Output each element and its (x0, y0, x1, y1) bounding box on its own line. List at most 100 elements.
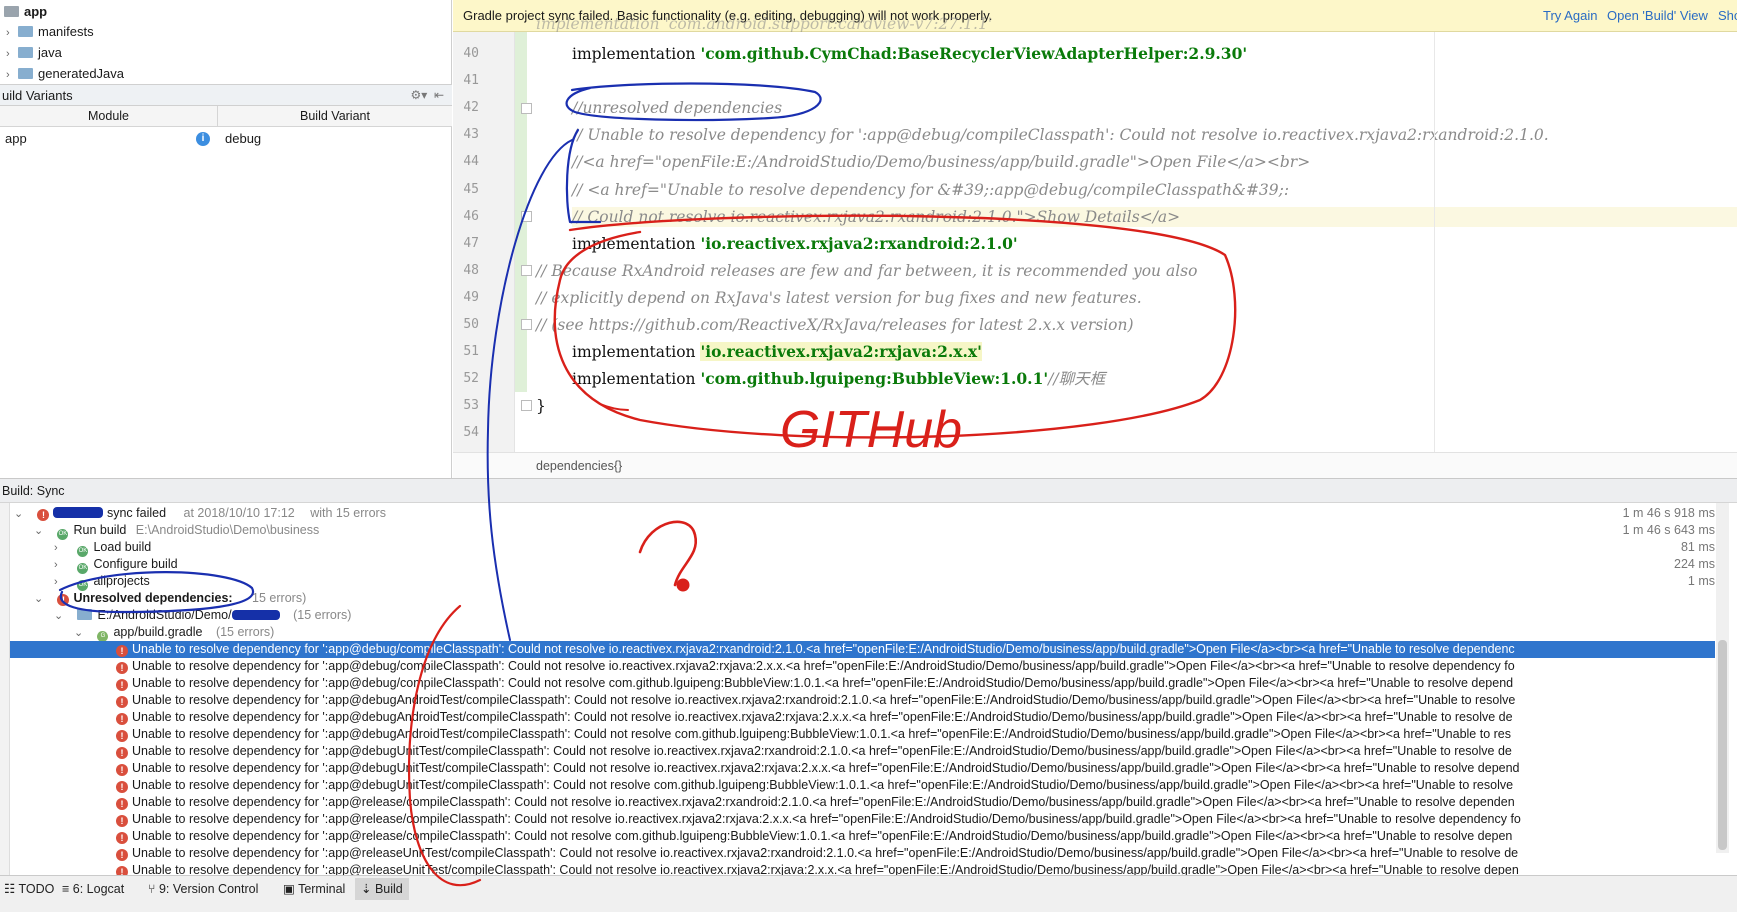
column-build-variant[interactable]: Build Variant (218, 106, 452, 127)
error-message: Unable to resolve dependency for ':app@d… (132, 744, 1512, 758)
fold-icon[interactable] (521, 103, 532, 114)
tab-build-label: Build (374, 882, 403, 896)
sync-row[interactable]: ⌄ ! sync failed at 2018/10/10 17:12 with… (10, 505, 1715, 522)
gradle-file-label: app/build.gradle (113, 625, 203, 639)
chevron-right-icon: › (54, 576, 58, 588)
show-link[interactable]: Sho (1718, 0, 1737, 32)
chevron-down-icon: ⌄ (54, 610, 64, 622)
line-number: 46 (463, 209, 479, 224)
error-row[interactable]: ! Unable to resolve dependency for ':app@… (10, 709, 1715, 726)
hide-icon[interactable]: ⇤ (434, 88, 444, 102)
sync-error-count: with 15 errors (310, 506, 386, 520)
error-message: Unable to resolve dependency for ':app@d… (132, 761, 1520, 775)
tree-item-generatedjava[interactable]: › generatedJava (6, 64, 124, 84)
run-build-row[interactable]: ⌄ OK Run build E:\AndroidStudio\Demo\busi… (10, 522, 1715, 540)
code-line: } (536, 397, 546, 415)
chevron-right-icon: › (6, 48, 10, 60)
tab-version-control[interactable]: ⑂ 9: Version Control (148, 878, 258, 900)
fold-icon[interactable] (521, 211, 532, 222)
error-icon: ! (116, 662, 128, 674)
chevron-right-icon: › (6, 69, 10, 81)
error-icon: ! (116, 781, 128, 793)
line-number: 42 (463, 100, 479, 115)
breadcrumb[interactable]: dependencies{} (453, 452, 1737, 478)
error-row[interactable]: ! Unable to resolve dependency for ':app@… (10, 794, 1715, 811)
tree-item-java[interactable]: › java (6, 43, 62, 63)
error-row[interactable]: ! Unable to resolve dependency for ':app@… (10, 675, 1715, 692)
error-row[interactable]: ! Unable to resolve dependency for ':app@… (10, 760, 1715, 777)
allprojects-row[interactable]: › OK allprojects 1 ms (10, 573, 1715, 591)
error-row[interactable]: ! Unable to resolve dependency for ':app@… (10, 811, 1715, 828)
fold-icon[interactable] (521, 400, 532, 411)
module-name: app (5, 131, 27, 146)
tree-root[interactable]: app (4, 2, 47, 22)
variant-select[interactable]: debug (225, 128, 261, 150)
unresolved-row[interactable]: ⌄ ! Unresolved dependencies: 15 errors) (10, 590, 1715, 607)
project-panel: app › manifests › java › generatedJava uild… (0, 0, 452, 478)
error-row[interactable]: ! Unable to resolve dependency for ':app@… (10, 828, 1715, 845)
right-margin-guide (1434, 32, 1435, 452)
code-line: //<a href="openFile:E:/AndroidStudio/Dem… (572, 153, 1311, 171)
path-row[interactable]: ⌄ E:/AndroidStudio/Demo/ (15 errors) (10, 607, 1715, 624)
run-build-duration: 1 m 46 s 643 ms (1622, 523, 1715, 537)
try-again-link[interactable]: Try Again (1543, 0, 1597, 32)
info-icon: i (196, 132, 210, 146)
tab-todo-label: TODO (18, 882, 55, 896)
error-row[interactable]: ! Unable to resolve dependency for ':app@… (10, 692, 1715, 709)
code-line: //unresolved dependencies (572, 99, 783, 117)
error-row[interactable]: ! Unable to resolve dependency for ':app@… (10, 641, 1715, 658)
gradle-file-row[interactable]: ⌄ Gapp/build.gradle (15 errors) (10, 624, 1715, 642)
code-line: implementation 'com.github.lguipeng:Bubb… (572, 369, 1105, 389)
tree-item-manifests[interactable]: › manifests (6, 22, 94, 42)
error-message: Unable to resolve dependency for ':app@r… (132, 795, 1515, 809)
error-row[interactable]: ! Unable to resolve dependency for ':app@… (10, 726, 1715, 743)
code-line-39: implementation 'com.android.support:card… (536, 15, 993, 32)
fold-icon[interactable] (521, 319, 532, 330)
code-line: // <a href="Unable to resolve dependency… (572, 181, 1290, 199)
error-icon: ! (57, 594, 70, 606)
line-number: 53 (463, 398, 479, 413)
chevron-down-icon: ⌄ (34, 593, 44, 605)
build-scrollbar-thumb[interactable] (1718, 640, 1727, 850)
folder-icon (18, 26, 33, 37)
gear-icon[interactable]: ⚙▾ (410, 88, 427, 102)
tab-logcat-label: 6: Logcat (72, 882, 125, 896)
line-number: 44 (463, 154, 479, 169)
error-row[interactable]: ! Unable to resolve dependency for ':app@… (10, 658, 1715, 675)
folder-icon (77, 609, 93, 620)
configure-build-row[interactable]: › OK Configure build 224 ms (10, 556, 1715, 574)
code-keyword: implementation (572, 343, 701, 361)
tree-item-label: generatedJava (38, 66, 125, 81)
build-variant-row[interactable]: app i debug (0, 128, 452, 150)
tab-todo[interactable]: ☷ TODO (4, 878, 54, 900)
tab-build[interactable]: ⇣ Build (355, 878, 409, 900)
error-message: Unable to resolve dependency for ':app@d… (132, 727, 1511, 741)
code-comment: //聊天框 (1048, 370, 1106, 388)
sync-duration: 1 m 46 s 918 ms (1622, 506, 1715, 520)
chevron-down-icon: ⌄ (74, 627, 84, 639)
error-icon: ! (116, 713, 128, 725)
tree-item-label: java (38, 45, 62, 60)
chevron-down-icon: ⌄ (34, 525, 44, 537)
tab-terminal[interactable]: ▣ Terminal (283, 878, 345, 900)
line-number: 50 (463, 317, 479, 332)
error-row[interactable]: ! Unable to resolve dependency for ':app@… (10, 845, 1715, 862)
sync-timestamp: at 2018/10/10 17:12 (183, 506, 295, 520)
code-string: 'com.github.lguipeng:BubbleView:1.0.1' (700, 369, 1049, 388)
code-keyword: implementation (572, 45, 701, 63)
line-number: 52 (463, 371, 479, 386)
column-module[interactable]: Module (0, 106, 218, 127)
error-icon: ! (116, 815, 128, 827)
open-build-view-link[interactable]: Open 'Build' View (1607, 0, 1708, 32)
chevron-right-icon: › (54, 542, 58, 554)
error-row[interactable]: ! Unable to resolve dependency for ':app@… (10, 743, 1715, 760)
error-row[interactable]: ! Unable to resolve dependency for ':app@… (10, 777, 1715, 794)
folder-icon (18, 68, 33, 79)
fold-icon[interactable] (521, 265, 532, 276)
error-message: Unable to resolve dependency for ':app@d… (132, 693, 1516, 707)
load-build-label: Load build (93, 540, 152, 554)
error-message: Unable to resolve dependency for ':app@d… (132, 710, 1513, 724)
error-icon: ! (116, 679, 128, 691)
tab-logcat[interactable]: ≡ 6: Logcat (62, 878, 124, 900)
load-build-row[interactable]: › OK Load build 81 ms (10, 539, 1715, 557)
